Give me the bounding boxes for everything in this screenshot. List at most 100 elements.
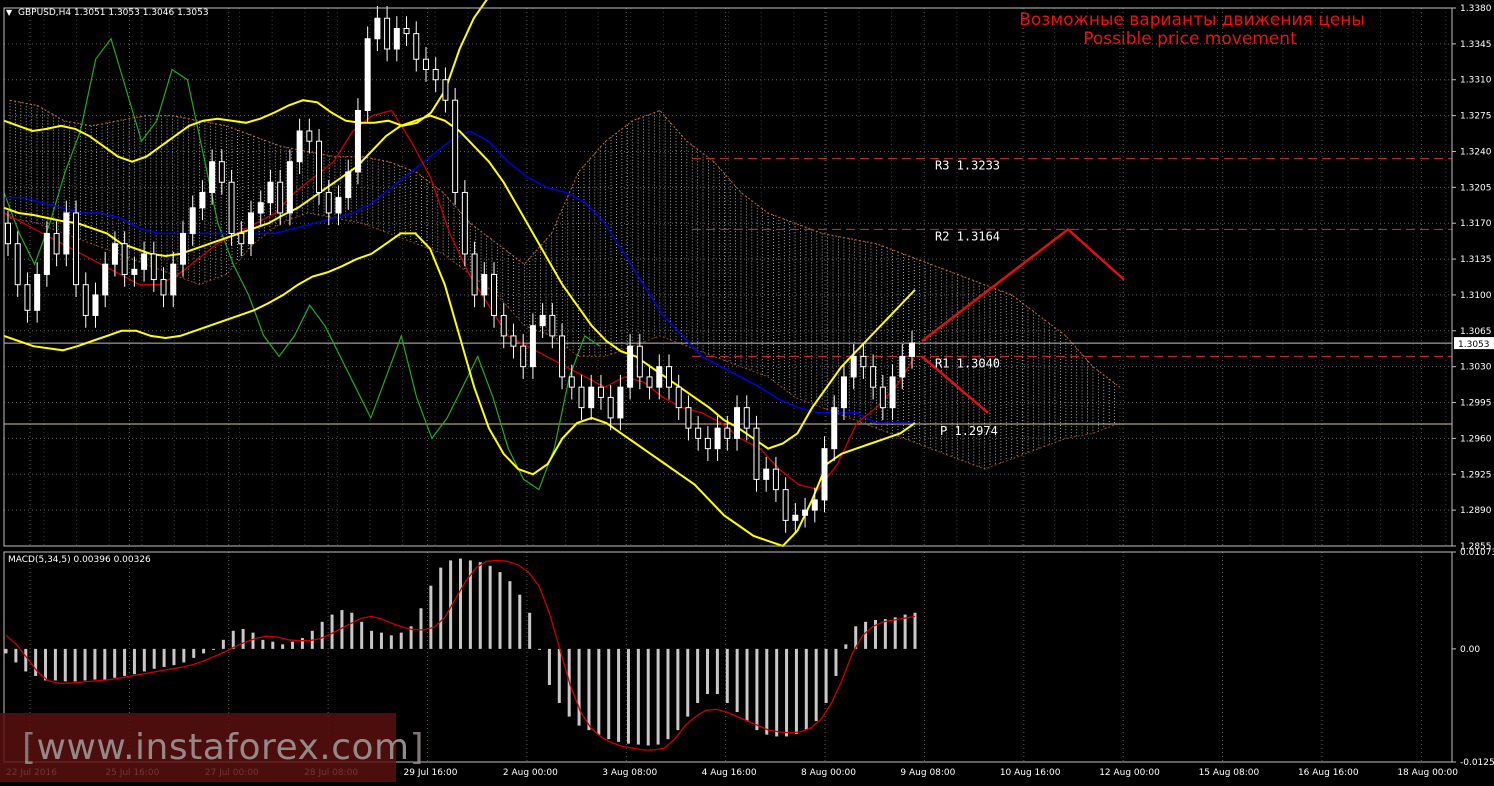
title-english: Possible price movement	[1083, 29, 1297, 49]
x-tick-label: 9 Aug 08:00	[900, 768, 955, 778]
watermark[interactable]: [ www.instaforex.com ]	[0, 713, 424, 782]
y-tick-label: 1.3380	[1460, 4, 1492, 14]
y-tick-label: 1.3030	[1460, 363, 1492, 373]
macd-bar	[221, 639, 225, 649]
macd-bar	[547, 648, 551, 685]
candle-body	[520, 345, 527, 368]
macd-bar	[656, 648, 660, 745]
candle-body	[354, 109, 361, 173]
candle-body	[209, 161, 216, 193]
candle-body	[393, 27, 400, 50]
macd-bar	[715, 648, 719, 695]
macd-bar	[597, 648, 601, 735]
candle-body	[665, 366, 672, 388]
candle-body	[840, 376, 847, 409]
x-tick-label: 12 Aug 00:00	[1099, 768, 1160, 778]
candle-body	[422, 58, 429, 70]
candle-body	[704, 437, 711, 450]
candle-body	[782, 489, 789, 521]
macd-bar	[83, 648, 87, 681]
level-label-r3: R3 1.3233	[935, 159, 1000, 173]
macd-bar	[231, 630, 235, 649]
candle-body	[228, 181, 235, 234]
macd-bar	[379, 632, 383, 649]
macd-bar	[429, 585, 433, 649]
candle-body	[432, 68, 439, 81]
candle-body	[636, 345, 643, 378]
macd-bar	[14, 648, 18, 663]
candle-body	[685, 407, 692, 429]
candle-body	[63, 212, 70, 255]
candle-body	[24, 284, 31, 311]
candle-body	[627, 345, 634, 388]
macd-bar	[53, 648, 57, 681]
candle-body	[772, 468, 779, 491]
macd-bar	[251, 632, 255, 649]
macd-bar	[646, 648, 650, 746]
candle-body	[53, 232, 60, 255]
candle-body	[831, 407, 838, 450]
x-tick-label: 2 Aug 00:00	[503, 768, 558, 778]
candle-body	[131, 268, 138, 275]
x-tick-label: 16 Aug 16:00	[1298, 768, 1359, 778]
macd-y-tick-label: -0.01253	[1460, 758, 1494, 768]
macd-bar	[34, 648, 38, 676]
candle-body	[743, 407, 750, 429]
candle-body	[218, 161, 225, 183]
candle-body	[481, 273, 488, 296]
x-tick-label: 29 Jul 16:00	[404, 768, 458, 778]
candle-body	[150, 253, 157, 281]
macd-bar	[24, 648, 28, 672]
candle-body	[160, 279, 167, 296]
level-label-r2: R2 1.3164	[935, 229, 1000, 243]
macd-bar	[44, 648, 48, 681]
candle-body	[335, 197, 342, 214]
macd-bar	[893, 617, 897, 649]
candle-body	[364, 38, 371, 111]
candle-body	[5, 222, 11, 245]
macd-bar	[676, 648, 680, 731]
chart-canvas: 1.3380 1.3345 1.3310 1.3275 1.3240 1.3205 1.31…	[3, 0, 1494, 778]
y-tick-label: 1.3345	[1460, 40, 1492, 50]
candle-body	[384, 17, 391, 50]
x-tick-label: 10 Aug 16:00	[1000, 768, 1061, 778]
macd-bar	[261, 639, 265, 649]
candle-body	[909, 342, 915, 357]
candle-body	[179, 232, 186, 265]
macd-bar	[538, 648, 542, 650]
macd-bar	[666, 648, 670, 740]
macd-bar	[4, 648, 8, 654]
candle-body	[189, 207, 196, 234]
macd-bar	[162, 648, 166, 667]
pivot-levels	[4, 158, 1452, 425]
candle-body	[549, 314, 556, 337]
x-tick-label: 3 Aug 08:00	[602, 768, 657, 778]
macd-bar	[182, 648, 186, 663]
macd-bar	[804, 648, 808, 731]
macd-bar	[281, 644, 285, 649]
candle-body	[471, 253, 478, 296]
macd-bar	[350, 612, 354, 649]
candle-body	[248, 212, 255, 245]
macd-bar	[626, 648, 630, 744]
macd-bar	[419, 608, 423, 649]
candle-body	[714, 427, 721, 450]
candle-body	[568, 376, 575, 388]
macd-bar	[696, 648, 700, 704]
kijun-sen-line	[4, 130, 915, 424]
y-tick-label: 1.3065	[1460, 327, 1492, 337]
price-panel-border	[3, 7, 1453, 547]
candle-body	[238, 232, 245, 245]
candle-body	[578, 386, 585, 409]
macd-bar	[775, 648, 779, 737]
candle-body	[277, 181, 284, 214]
candle-body	[199, 191, 206, 209]
candle-body	[889, 376, 896, 409]
candle-body	[82, 284, 89, 316]
candle-body	[306, 130, 313, 142]
macd-bar	[488, 565, 492, 649]
macd-bar	[913, 612, 917, 649]
candle-body	[724, 427, 731, 439]
candle-body	[675, 386, 682, 409]
candle-body	[374, 17, 381, 40]
